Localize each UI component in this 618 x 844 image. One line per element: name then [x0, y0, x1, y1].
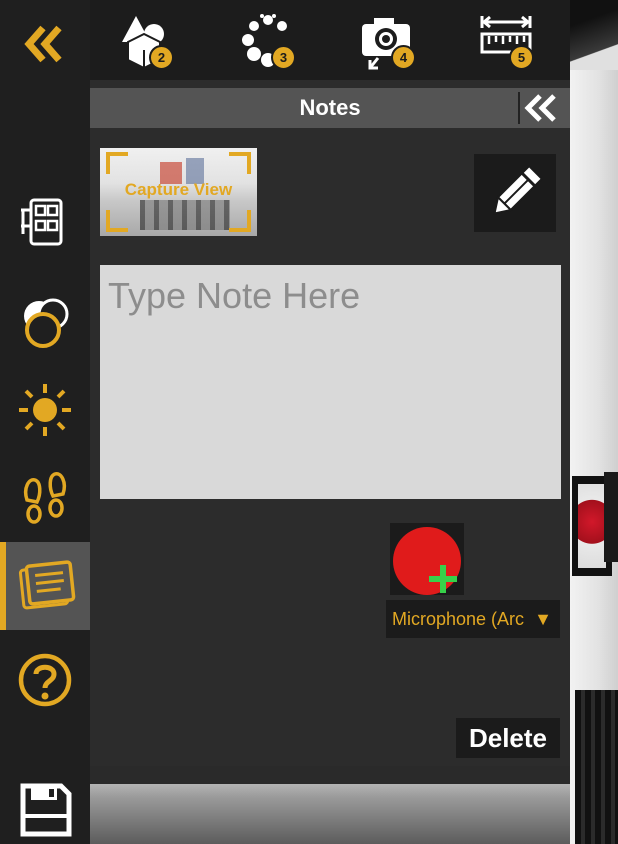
microphone-select[interactable]: Microphone (Arc ▼: [386, 600, 560, 638]
viewfinder-corner: [229, 210, 251, 232]
thumbnail-furniture: [140, 200, 230, 230]
microphone-select-value: Microphone (Arc: [392, 609, 525, 629]
save-icon: [20, 783, 72, 837]
top-toolbar: 2 3 4 5: [90, 0, 570, 80]
save-button[interactable]: [0, 770, 90, 842]
sidebar-item-materials[interactable]: [0, 284, 90, 356]
capture-view-label: Capture View: [124, 180, 233, 199]
scene-table-edge: [90, 766, 570, 784]
painting-art: [578, 484, 606, 568]
tool-badge: 2: [149, 45, 174, 70]
panel-header: Notes: [90, 88, 570, 128]
footsteps-icon: [23, 472, 67, 524]
tool-measure-button[interactable]: 5: [474, 8, 538, 72]
active-indicator: [0, 542, 6, 630]
scene-chair: [575, 690, 618, 844]
notes-icon: [18, 560, 76, 610]
viewfinder-corner: [229, 152, 251, 174]
sidebar-item-notes[interactable]: [0, 542, 90, 630]
double-chevron-left-icon: [24, 25, 62, 63]
sun-icon: [19, 384, 71, 436]
scene-painting-2: [604, 472, 618, 562]
collapse-sidebar-button[interactable]: [0, 6, 90, 78]
delete-button[interactable]: Delete: [456, 718, 560, 758]
tool-camera-button[interactable]: 4: [356, 8, 420, 72]
sidebar-item-layout[interactable]: [0, 184, 90, 256]
layout-tree-icon: [21, 198, 63, 246]
record-audio-button[interactable]: [390, 523, 464, 595]
capture-view-button[interactable]: Capture View: [100, 148, 257, 236]
collapse-panel-button[interactable]: [518, 92, 562, 124]
sidebar-item-help[interactable]: [0, 642, 90, 714]
sidebar-item-lighting[interactable]: [0, 372, 90, 444]
help-icon: [18, 653, 72, 707]
tool-badge: 3: [271, 45, 296, 70]
notes-panel: Notes Capture View Type Note Here Microp…: [90, 80, 570, 766]
sidebar-item-walkthrough[interactable]: [0, 460, 90, 532]
panel-title: Notes: [299, 95, 361, 120]
note-input[interactable]: [100, 265, 561, 499]
pencil-icon: [493, 164, 544, 215]
edit-note-button[interactable]: [474, 154, 556, 232]
double-chevron-left-icon: [524, 94, 556, 122]
left-sidebar: [0, 0, 90, 844]
viewfinder-corner: [106, 210, 128, 232]
viewfinder-corner: [106, 152, 128, 174]
header-divider: [518, 92, 520, 124]
record-add-icon: [393, 527, 461, 595]
scene-ceiling: [570, 0, 618, 70]
tool-badge: 4: [391, 45, 416, 70]
tool-orbit-button[interactable]: 3: [236, 8, 300, 72]
material-toggle-icon: [24, 298, 69, 348]
tool-badge: 5: [509, 45, 534, 70]
dropdown-arrow-icon: ▼: [534, 609, 552, 629]
tool-objects-button[interactable]: 2: [114, 8, 178, 72]
